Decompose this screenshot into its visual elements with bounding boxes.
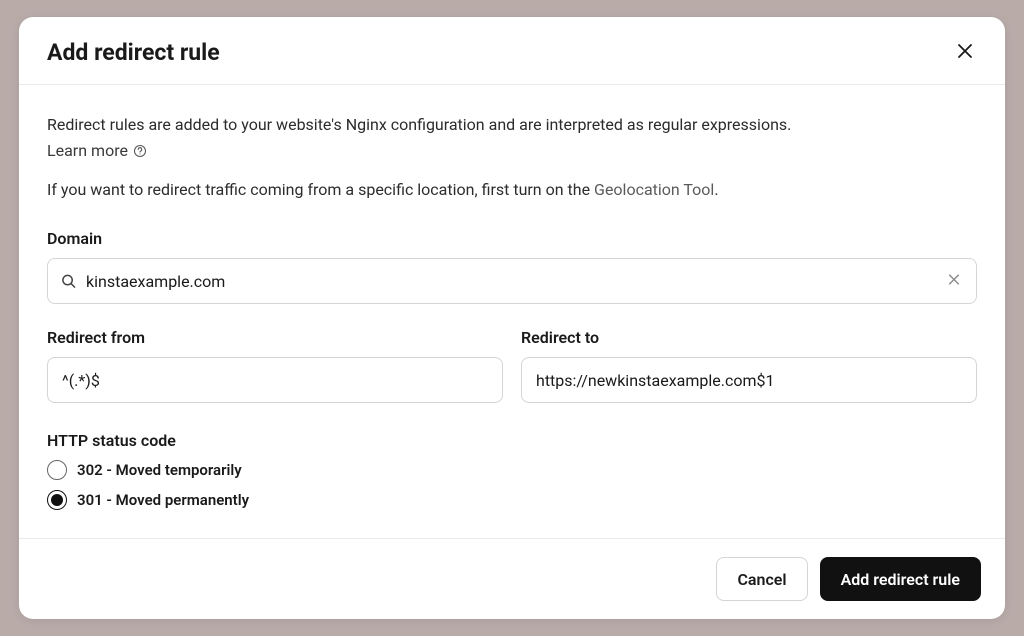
modal-title: Add redirect rule xyxy=(47,39,220,66)
close-button[interactable] xyxy=(953,39,977,66)
redirect-fields-row: Redirect from Redirect to xyxy=(47,328,977,403)
redirect-to-field-group: Redirect to xyxy=(521,328,977,403)
geolocation-text: If you want to redirect traffic coming f… xyxy=(47,180,977,199)
add-redirect-rule-modal: Add redirect rule Redirect rules are add… xyxy=(19,17,1005,619)
radio-302[interactable]: 302 - Moved temporarily xyxy=(47,460,977,480)
redirect-from-label: Redirect from xyxy=(47,328,503,347)
redirect-to-label: Redirect to xyxy=(521,328,977,347)
description-text: Redirect rules are added to your website… xyxy=(47,113,977,137)
redirect-from-input[interactable] xyxy=(47,357,503,403)
cancel-button[interactable]: Cancel xyxy=(716,557,807,601)
radio-label: 302 - Moved temporarily xyxy=(77,461,242,479)
add-redirect-rule-button[interactable]: Add redirect rule xyxy=(820,557,981,601)
modal-header: Add redirect rule xyxy=(19,17,1005,85)
geo-suffix: . xyxy=(714,180,718,199)
http-status-code-group: HTTP status code 302 - Moved temporarily… xyxy=(47,431,977,510)
redirect-to-input[interactable] xyxy=(521,357,977,403)
radio-dot-icon xyxy=(51,494,63,506)
domain-input-wrap xyxy=(47,258,977,304)
modal-footer: Cancel Add redirect rule xyxy=(19,538,1005,619)
domain-clear-button[interactable] xyxy=(943,269,965,294)
radio-label: 301 - Moved permanently xyxy=(77,491,249,509)
geo-prefix: If you want to redirect traffic coming f… xyxy=(47,180,594,199)
learn-more-row: Learn more xyxy=(47,141,977,160)
domain-label: Domain xyxy=(47,229,977,248)
help-icon[interactable] xyxy=(133,144,147,158)
radio-icon xyxy=(47,490,67,510)
domain-field-group: Domain xyxy=(47,229,977,304)
redirect-from-field-group: Redirect from xyxy=(47,328,503,403)
radio-icon xyxy=(47,460,67,480)
geolocation-tool-link[interactable]: Geolocation Tool xyxy=(594,180,714,199)
learn-more-link[interactable]: Learn more xyxy=(47,141,128,160)
radio-301[interactable]: 301 - Moved permanently xyxy=(47,490,977,510)
clear-icon xyxy=(947,273,961,290)
http-status-code-label: HTTP status code xyxy=(47,431,977,450)
domain-input[interactable] xyxy=(47,258,977,304)
close-icon xyxy=(957,43,973,62)
modal-body: Redirect rules are added to your website… xyxy=(19,85,1005,538)
